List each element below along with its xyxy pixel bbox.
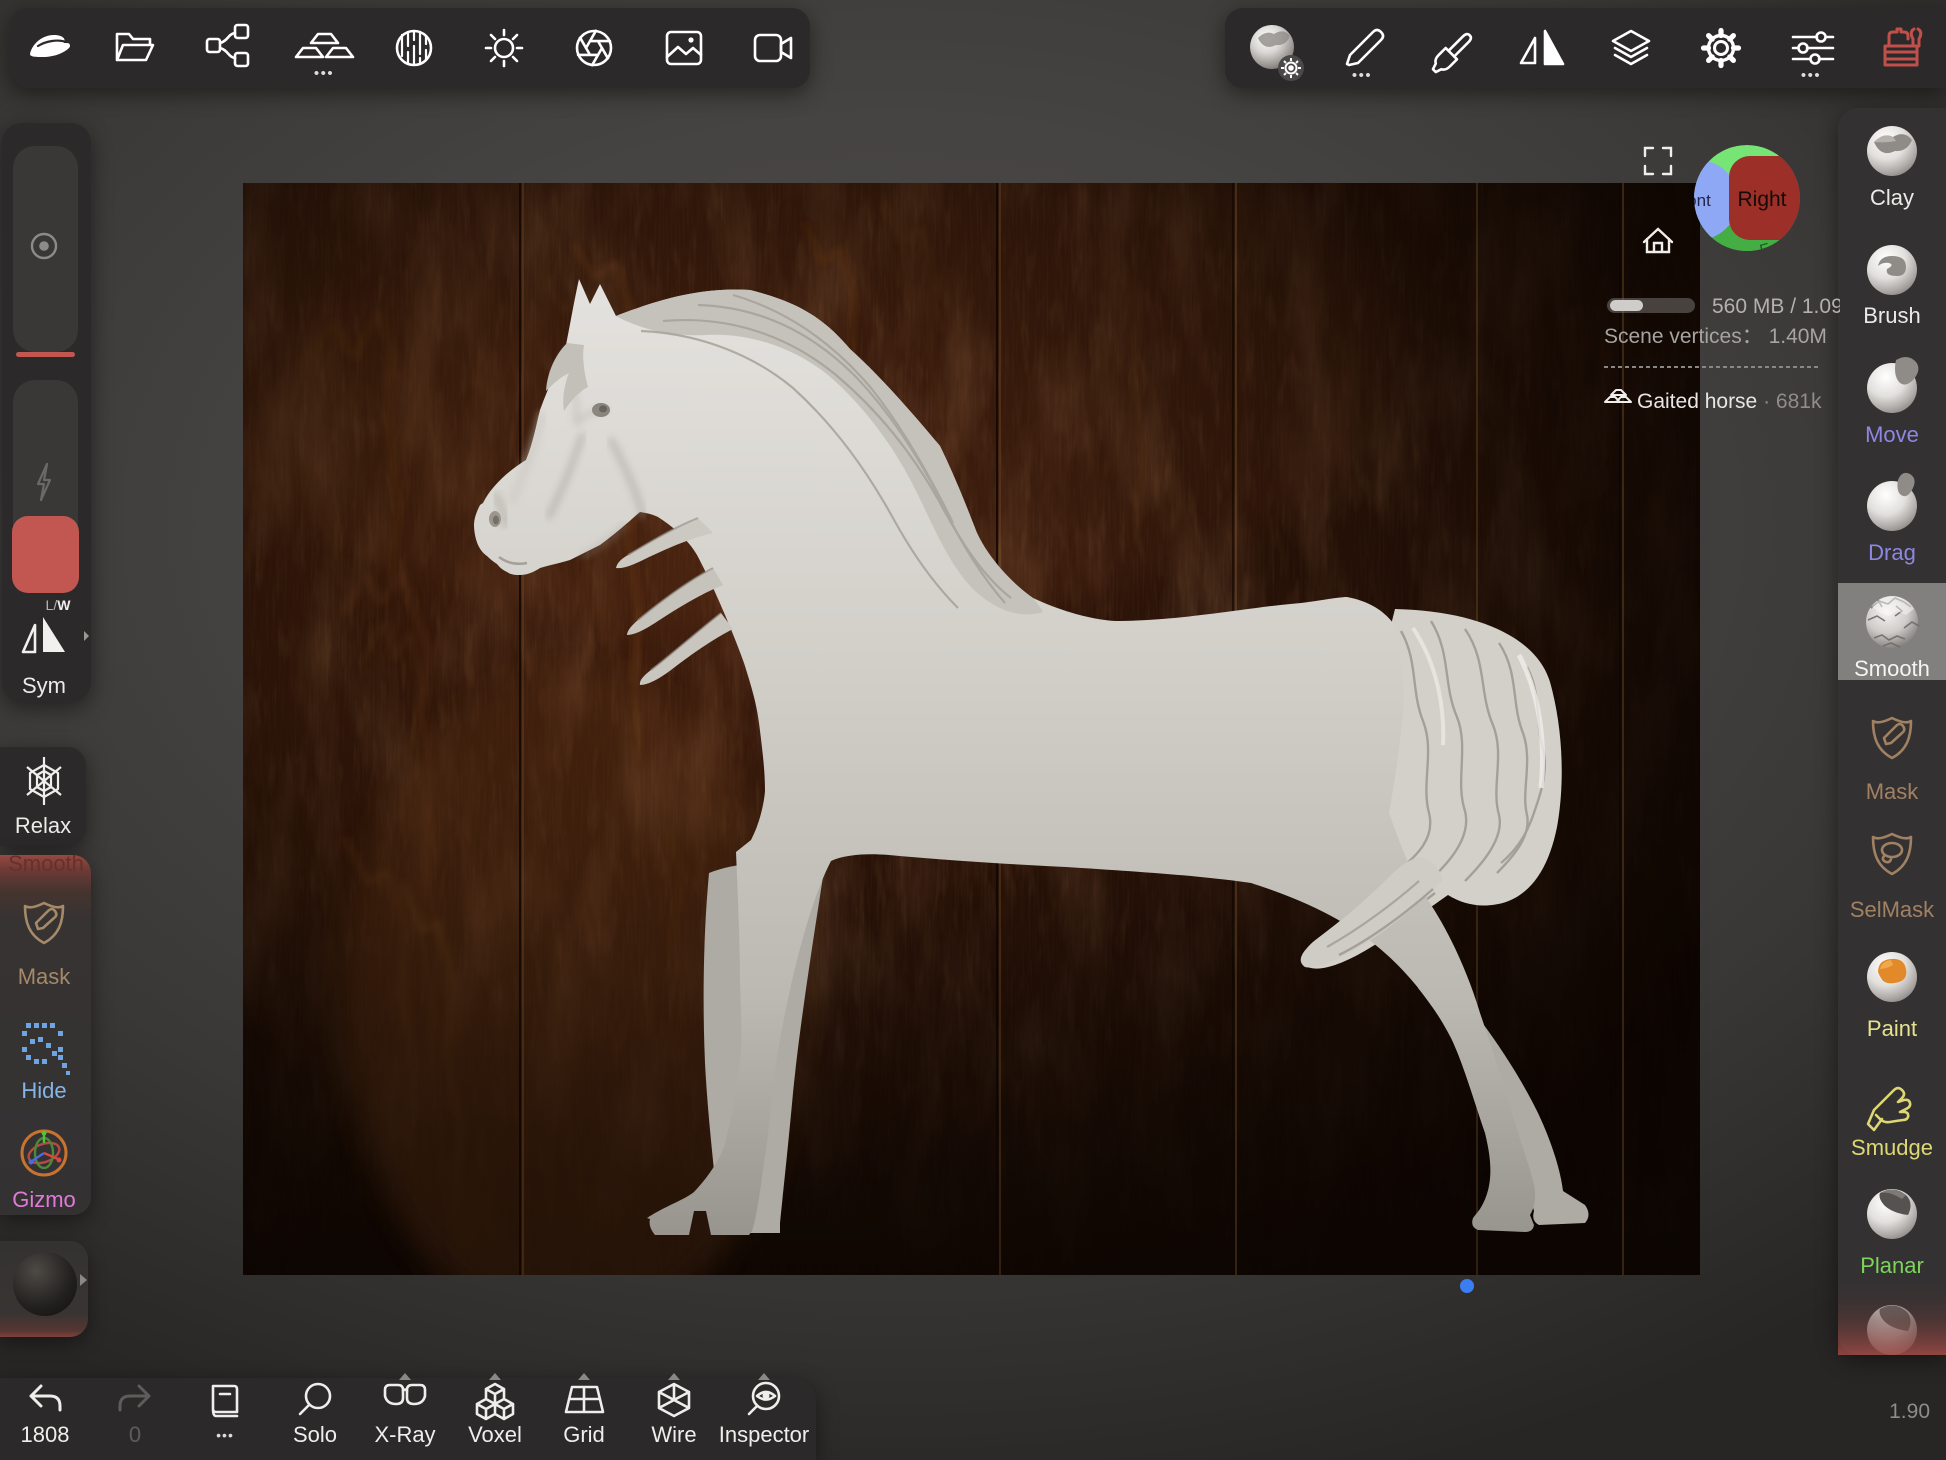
svg-text:Inspector: Inspector bbox=[719, 1422, 810, 1447]
svg-text:Planar: Planar bbox=[1860, 1253, 1924, 1278]
svg-text:Voxel: Voxel bbox=[468, 1422, 522, 1447]
svg-text:Drag: Drag bbox=[1868, 540, 1916, 565]
svg-text:•••: ••• bbox=[1352, 67, 1372, 84]
svg-text:Gaited horse · 681k: Gaited horse · 681k bbox=[1637, 390, 1822, 413]
svg-text:SelMask: SelMask bbox=[1850, 897, 1935, 922]
svg-text:Grid: Grid bbox=[563, 1422, 605, 1447]
svg-text:Scene vertices： 1.40M: Scene vertices： 1.40M bbox=[1604, 325, 1827, 348]
svg-text:Mask: Mask bbox=[18, 964, 72, 989]
svg-text:Relax: Relax bbox=[15, 813, 71, 838]
svg-text:•••: ••• bbox=[216, 1427, 234, 1443]
svg-text:X-Ray: X-Ray bbox=[374, 1422, 435, 1447]
svg-text:Wire: Wire bbox=[651, 1422, 696, 1447]
svg-text:•••: ••• bbox=[1801, 67, 1821, 84]
svg-text:Hide: Hide bbox=[21, 1078, 66, 1103]
svg-text:Brush: Brush bbox=[1863, 303, 1920, 328]
svg-text:Right: Right bbox=[1737, 188, 1786, 211]
svg-text:Move: Move bbox=[1865, 422, 1919, 447]
svg-text:L/W: L/W bbox=[46, 597, 72, 613]
svg-text:•••: ••• bbox=[314, 65, 334, 82]
svg-text:Smudge: Smudge bbox=[1851, 1135, 1933, 1160]
svg-text:Gizmo: Gizmo bbox=[12, 1187, 76, 1212]
svg-text:Sym: Sym bbox=[22, 673, 66, 698]
svg-text:Paint: Paint bbox=[1867, 1016, 1917, 1041]
svg-text:0: 0 bbox=[129, 1422, 141, 1447]
svg-text:Smooth: Smooth bbox=[1854, 656, 1930, 681]
svg-text:1808: 1808 bbox=[21, 1422, 70, 1447]
svg-text:ont: ont bbox=[1687, 191, 1711, 210]
svg-text:560 MB / 1.09 G: 560 MB / 1.09 G bbox=[1712, 295, 1840, 318]
svg-text:Clay: Clay bbox=[1870, 185, 1914, 210]
svg-text:Solo: Solo bbox=[293, 1422, 337, 1447]
svg-text:Mask: Mask bbox=[1866, 779, 1920, 804]
